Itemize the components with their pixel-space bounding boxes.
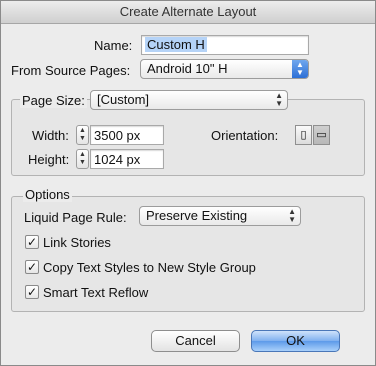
source-pages-value: Android 10" H xyxy=(147,61,228,76)
page-size-label: Page Size: xyxy=(20,93,87,108)
width-input[interactable] xyxy=(90,125,164,145)
source-pages-label: From Source Pages: xyxy=(11,63,131,78)
liquid-page-rule-dropdown[interactable]: Preserve Existing ▲ ▼ xyxy=(139,206,301,226)
options-legend: Options xyxy=(23,187,72,202)
create-alternate-layout-dialog: Create Alternate Layout Name: Custom H F… xyxy=(0,0,376,366)
checkmark-icon: ✓ xyxy=(26,285,38,299)
copy-text-styles-label: Copy Text Styles to New Style Group xyxy=(43,260,256,275)
landscape-page-icon: ▭ xyxy=(316,129,327,141)
source-pages-dropdown[interactable]: Android 10" H ▲ ▼ xyxy=(140,59,309,79)
name-field-value: Custom H xyxy=(145,37,207,52)
dialog-title: Create Alternate Layout xyxy=(1,1,375,24)
liquid-page-rule-value: Preserve Existing xyxy=(146,208,248,223)
cancel-button[interactable]: Cancel xyxy=(151,330,240,352)
link-stories-label: Link Stories xyxy=(43,235,111,250)
width-stepper[interactable]: ▲ ▼ xyxy=(76,125,89,145)
checkmark-icon: ✓ xyxy=(26,235,38,249)
copy-text-styles-checkbox[interactable]: ✓ xyxy=(25,260,39,274)
ok-button[interactable]: OK xyxy=(251,330,340,352)
dropdown-arrows-icon: ▲ ▼ xyxy=(288,207,296,224)
portrait-orientation-button[interactable]: ▯ xyxy=(295,125,312,145)
page-size-dropdown[interactable]: [Custom] ▲ ▼ xyxy=(90,90,288,110)
landscape-orientation-button[interactable]: ▭ xyxy=(313,125,330,145)
portrait-page-icon: ▯ xyxy=(300,129,307,141)
checkmark-icon: ✓ xyxy=(26,260,38,274)
width-label: Width: xyxy=(32,128,69,143)
height-input[interactable] xyxy=(90,149,164,169)
smart-text-reflow-checkbox[interactable]: ✓ xyxy=(25,285,39,299)
liquid-page-rule-label: Liquid Page Rule: xyxy=(24,210,127,225)
link-stories-checkbox[interactable]: ✓ xyxy=(25,235,39,249)
name-field[interactable]: Custom H xyxy=(141,35,309,55)
page-size-value: [Custom] xyxy=(97,92,150,107)
height-stepper[interactable]: ▲ ▼ xyxy=(76,149,89,169)
name-label: Name: xyxy=(94,38,133,53)
dropdown-arrows-icon: ▲ ▼ xyxy=(292,60,308,78)
height-label: Height: xyxy=(28,152,70,167)
smart-text-reflow-label: Smart Text Reflow xyxy=(43,285,149,300)
dropdown-arrows-icon: ▲ ▼ xyxy=(275,91,283,108)
orientation-label: Orientation: xyxy=(211,128,279,143)
